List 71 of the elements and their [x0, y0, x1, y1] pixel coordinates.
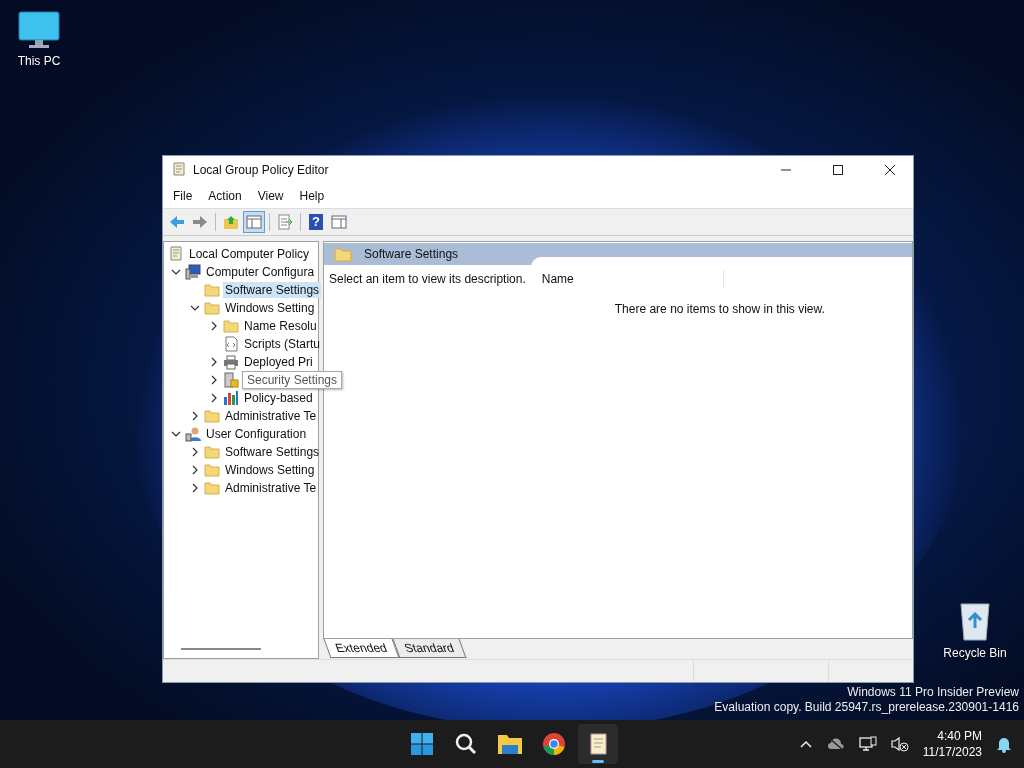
close-icon — [884, 164, 896, 176]
maximize-icon — [832, 164, 844, 176]
tree-item[interactable]: Software Settings — [223, 282, 322, 298]
shortcut-label: This PC — [17, 54, 61, 68]
tree-item[interactable]: Windows Setting — [223, 300, 317, 316]
tree-item[interactable]: User Configuration — [204, 426, 309, 442]
tree-item[interactable]: Scripts (Startu — [242, 336, 323, 352]
speaker-muted-icon[interactable] — [890, 736, 909, 752]
pane-icon — [246, 215, 262, 229]
tree-item[interactable]: Administrative Te — [223, 480, 319, 496]
tree-item[interactable]: Local Computer Policy — [187, 246, 312, 262]
tree-item[interactable]: Administrative Te — [223, 408, 319, 424]
tree-toolbar-button[interactable] — [243, 211, 265, 233]
scrollbar-thumb[interactable] — [181, 648, 261, 650]
folder-icon — [204, 301, 220, 315]
forward-arrow-icon — [192, 215, 208, 229]
folder-up-icon — [223, 214, 239, 230]
tree-item[interactable]: Software Settings — [223, 444, 322, 460]
clock[interactable]: 4:40 PM 11/17/2023 — [922, 728, 982, 760]
description-text: Select an item to view its description. — [328, 271, 527, 288]
back-arrow-icon — [169, 215, 185, 229]
browser-icon — [542, 732, 566, 756]
clock-time: 4:40 PM — [937, 728, 982, 744]
scroll-icon — [168, 246, 184, 262]
user-icon — [185, 426, 201, 442]
window-title: Local Group Policy Editor — [193, 163, 329, 177]
view-tab[interactable]: Extended — [323, 639, 400, 658]
folder-icon — [223, 319, 239, 333]
empty-message: There are no items to show in this view. — [613, 301, 826, 316]
folder-icon — [204, 409, 220, 423]
scroll-icon — [171, 162, 187, 178]
view-tab[interactable]: Standard — [392, 639, 466, 658]
shortcut-label: Recycle Bin — [943, 646, 1007, 660]
column-header[interactable]: Name — [530, 270, 724, 288]
folder-icon — [204, 445, 220, 459]
gpedit-taskbar-button[interactable] — [578, 724, 618, 764]
printer-icon — [223, 354, 239, 370]
tree-item[interactable]: Name Resolu — [242, 318, 319, 334]
header-title: Software Settings — [364, 247, 459, 261]
network-icon[interactable] — [858, 736, 877, 752]
watermark-text: Evaluation copy. Build 25947.rs_prerelease.230901-1416 — [714, 700, 1019, 715]
tree-item[interactable]: Windows Setting — [223, 462, 317, 478]
folder-icon — [497, 733, 523, 755]
folder-icon — [204, 463, 220, 477]
menu-item[interactable]: Action — [200, 186, 250, 206]
scroll-icon — [587, 732, 609, 756]
tree-item[interactable]: Deployed Pri — [242, 354, 315, 370]
desktop-shortcut[interactable]: This PC — [1, 10, 77, 68]
search-icon — [454, 732, 478, 756]
tooltip: Security Settings — [242, 371, 343, 389]
bell-icon[interactable] — [996, 735, 1012, 753]
tree-item[interactable]: Policy-based — [242, 390, 315, 406]
computer-icon — [185, 264, 201, 280]
monitor-icon — [17, 10, 61, 50]
desktop-shortcut[interactable]: Recycle Bin — [937, 598, 1013, 660]
folder-icon — [204, 481, 220, 495]
export-list-icon — [277, 214, 293, 230]
document-icon — [223, 336, 239, 352]
clock-date: 11/17/2023 — [922, 744, 982, 760]
tree-item[interactable]: Computer Configura — [204, 264, 317, 280]
menu-item[interactable]: View — [249, 186, 292, 206]
folder-icon — [204, 283, 220, 297]
folder-icon — [334, 246, 352, 262]
cloud-off-icon[interactable] — [826, 737, 845, 751]
menu-item[interactable]: Help — [291, 186, 333, 206]
bar-chart-icon — [223, 390, 239, 406]
server-lock-icon — [223, 372, 239, 388]
menu-item[interactable]: File — [165, 186, 201, 206]
pane-icon — [331, 215, 347, 229]
windows-logo-icon — [410, 732, 434, 756]
watermark-text: Windows 11 Pro Insider Preview — [847, 685, 1019, 700]
